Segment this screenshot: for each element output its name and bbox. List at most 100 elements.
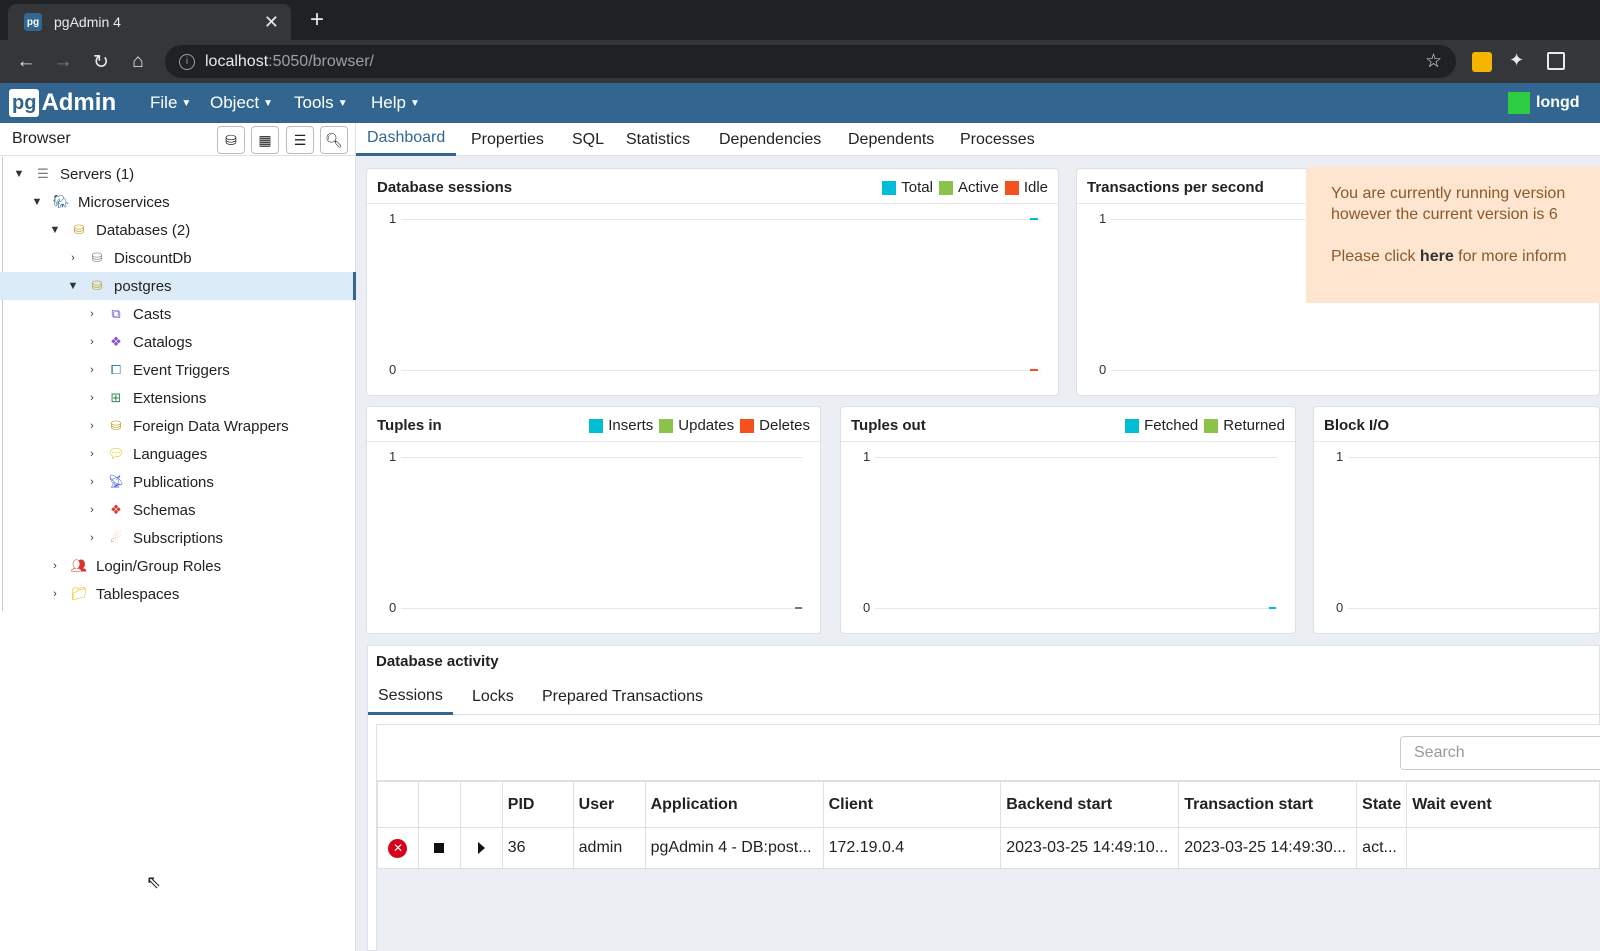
tree-node-databases[interactable]: ▼ ⛁ Databases (2) bbox=[48, 216, 191, 244]
menu-help[interactable]: Help ▼ bbox=[371, 83, 420, 123]
side-panel-icon[interactable] bbox=[1547, 52, 1565, 70]
gridline bbox=[1348, 608, 1600, 609]
chevron-right-icon[interactable]: › bbox=[85, 420, 99, 432]
tab-locks[interactable]: Locks bbox=[472, 679, 514, 715]
tree-node-login-roles[interactable]: › 👥︎ Login/Group Roles bbox=[48, 552, 221, 580]
browser-panel: Browser ⛁ ▦ ☰ 🔍︎ ▼ ☰ Servers (1) ▼ 🐘︎ Mi… bbox=[0, 123, 356, 951]
forward-icon[interactable]: → bbox=[50, 49, 76, 75]
tree-node-languages[interactable]: › 💬︎ Languages bbox=[85, 440, 207, 468]
browser-tab[interactable]: pg pgAdmin 4 ✕ bbox=[8, 4, 291, 40]
tab-statistics[interactable]: Statistics bbox=[626, 123, 690, 156]
chart-legend: Inserts Updates Deletes bbox=[583, 417, 810, 434]
url-bar[interactable]: i localhost:5050/browser/ ☆ bbox=[165, 45, 1456, 78]
extension-icon[interactable] bbox=[1472, 52, 1492, 72]
tab-properties[interactable]: Properties bbox=[471, 123, 544, 156]
expand-cell[interactable] bbox=[459, 827, 503, 869]
view-data-icon[interactable]: ▦ bbox=[251, 126, 279, 154]
tree-node-tablespaces[interactable]: › 📁︎ Tablespaces bbox=[48, 580, 179, 608]
tree-node-discountdb[interactable]: › ⛁ DiscountDb bbox=[66, 244, 191, 272]
chevron-right-icon[interactable]: › bbox=[85, 308, 99, 320]
col-wait-event[interactable]: Wait event bbox=[1406, 781, 1600, 828]
tree-node-microservices[interactable]: ▼ 🐘︎ Microservices bbox=[30, 188, 170, 216]
chevron-down-icon[interactable]: ▼ bbox=[66, 280, 80, 292]
chevron-right-icon[interactable]: › bbox=[85, 476, 99, 488]
menu-help-label: Help bbox=[371, 93, 406, 112]
col-state[interactable]: State bbox=[1356, 781, 1408, 828]
chevron-down-icon[interactable]: ▼ bbox=[48, 224, 62, 236]
col-application[interactable]: Application bbox=[644, 781, 824, 828]
menu-object[interactable]: Object ▼ bbox=[210, 83, 273, 123]
activity-tabs: Sessions Locks Prepared Transactions bbox=[368, 679, 1599, 715]
tree-node-publications[interactable]: › 📡︎ Publications bbox=[85, 468, 214, 496]
reload-icon[interactable]: ↻ bbox=[88, 49, 114, 75]
tree-node-schemas[interactable]: › ❖ Schemas bbox=[85, 496, 195, 524]
tree-node-event-triggers[interactable]: › ⧠ Event Triggers bbox=[85, 356, 230, 384]
tab-sessions[interactable]: Sessions bbox=[368, 679, 453, 715]
tree-node-catalogs[interactable]: › ❖ Catalogs bbox=[85, 328, 192, 356]
tab-prepared-transactions[interactable]: Prepared Transactions bbox=[542, 679, 703, 715]
col-pid[interactable]: PID bbox=[501, 781, 574, 828]
tab-dashboard[interactable]: Dashboard bbox=[356, 123, 457, 156]
table-row[interactable]: ✕ 36 admin pgAdmin 4 - DB:post... 172.19… bbox=[377, 827, 1600, 869]
bookmark-star-icon[interactable]: ☆ bbox=[1425, 50, 1442, 73]
database-activity-panel: Database activity Sessions Locks Prepare… bbox=[367, 645, 1600, 951]
tree-node-label: Extensions bbox=[133, 389, 207, 407]
gridline bbox=[1111, 370, 1600, 371]
back-icon[interactable]: ← bbox=[13, 49, 39, 75]
legend-swatch bbox=[882, 180, 897, 195]
database-icon: ⛁ bbox=[91, 278, 103, 293]
chevron-right-icon[interactable]: › bbox=[48, 560, 62, 572]
user-avatar-icon bbox=[1508, 92, 1530, 114]
tree-node-fdw[interactable]: › ⛁ Foreign Data Wrappers bbox=[85, 412, 288, 440]
col-backend-start[interactable]: Backend start bbox=[1000, 781, 1180, 828]
terminate-cell[interactable]: ✕ bbox=[377, 827, 419, 869]
menu-tools[interactable]: Tools ▼ bbox=[294, 83, 348, 123]
tab-sql[interactable]: SQL bbox=[572, 123, 604, 156]
col-client[interactable]: Client bbox=[822, 781, 1002, 828]
user-menu[interactable]: longd bbox=[1508, 92, 1580, 114]
chevron-right-icon[interactable]: › bbox=[85, 532, 99, 544]
search-objects-icon[interactable]: 🔍︎ bbox=[320, 126, 348, 154]
query-tool-icon[interactable]: ⛁ bbox=[217, 126, 245, 154]
tree-node-casts[interactable]: › ⧉ Casts bbox=[85, 300, 171, 328]
chevron-right-icon[interactable]: › bbox=[85, 336, 99, 348]
chevron-right-icon[interactable]: › bbox=[66, 252, 80, 264]
site-info-icon[interactable]: i bbox=[179, 53, 195, 70]
gridline bbox=[875, 608, 1277, 609]
tree-node-subscriptions[interactable]: › ☄ Subscriptions bbox=[85, 524, 223, 552]
terminate-session-icon[interactable]: ✕ bbox=[388, 838, 408, 858]
expand-row-icon[interactable] bbox=[477, 842, 485, 854]
filtered-rows-icon[interactable]: ☰ bbox=[286, 126, 314, 154]
search-input[interactable]: Search bbox=[1400, 736, 1600, 770]
chevron-right-icon[interactable]: › bbox=[85, 504, 99, 516]
tree-node-servers[interactable]: ▼ ☰ Servers (1) bbox=[12, 160, 135, 188]
chevron-right-icon[interactable]: › bbox=[85, 364, 99, 376]
chevron-right-icon[interactable]: › bbox=[48, 588, 62, 600]
col-transaction-start[interactable]: Transaction start bbox=[1178, 781, 1358, 828]
tree-node-postgres[interactable]: ▼ ⛁ postgres bbox=[0, 272, 356, 300]
chevron-down-icon[interactable]: ▼ bbox=[12, 168, 26, 180]
menu-file[interactable]: File ▼ bbox=[150, 83, 191, 123]
close-tab-icon[interactable]: ✕ bbox=[264, 12, 279, 33]
tab-dependencies[interactable]: Dependencies bbox=[719, 123, 821, 156]
col-user[interactable]: User bbox=[572, 781, 646, 828]
cancel-cell[interactable] bbox=[417, 827, 461, 869]
series-total-mark bbox=[1030, 218, 1038, 220]
databases-icon: ⛁ bbox=[73, 222, 85, 237]
tab-processes[interactable]: Processes bbox=[960, 123, 1035, 156]
cancel-query-icon[interactable] bbox=[434, 843, 445, 853]
address-toolbar: ← → ↻ ⌂ i localhost:5050/browser/ ☆ ✦ bbox=[0, 40, 1600, 83]
publications-icon: 📡︎ bbox=[107, 474, 125, 489]
chevron-right-icon[interactable]: › bbox=[85, 448, 99, 460]
new-tab-icon[interactable]: + bbox=[304, 6, 330, 34]
chevron-down-icon[interactable]: ▼ bbox=[30, 196, 44, 208]
card-divider bbox=[367, 441, 820, 442]
chevron-right-icon[interactable]: › bbox=[85, 392, 99, 404]
gridline bbox=[875, 457, 1277, 458]
home-icon[interactable]: ⌂ bbox=[125, 49, 151, 75]
tab-dependents[interactable]: Dependents bbox=[848, 123, 934, 156]
tree-node-extensions[interactable]: › ⊞ Extensions bbox=[85, 384, 206, 412]
series-idle-mark bbox=[1030, 369, 1038, 371]
puzzle-icon[interactable]: ✦ bbox=[1509, 50, 1529, 70]
notice-here-link[interactable]: here bbox=[1420, 248, 1454, 265]
